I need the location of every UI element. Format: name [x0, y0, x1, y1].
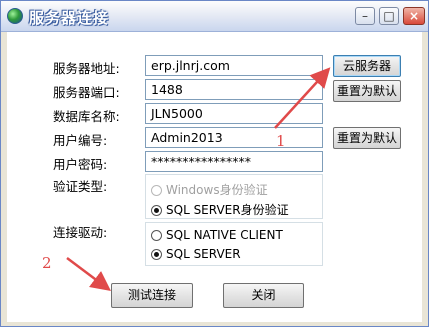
window-title: 服务器连接 — [29, 9, 110, 27]
server-connection-window: 服务器连接 – □ × 服务器地址: 服务器端口: 数据库名称: 用户编号: 用… — [0, 0, 429, 327]
close-icon[interactable]: × — [403, 7, 425, 25]
dialog-body: 服务器地址: 服务器端口: 数据库名称: 用户编号: 用户密码: 验证类型: 连… — [7, 32, 422, 322]
app-globe-icon — [7, 8, 23, 24]
maximize-icon[interactable]: □ — [379, 7, 399, 25]
title-bar[interactable]: 服务器连接 – □ × — [1, 1, 428, 32]
annotation-arrows — [66, 67, 331, 291]
arrow-to-test-connection — [66, 257, 111, 291]
arrow-to-cloud-server — [274, 67, 331, 129]
minimize-icon[interactable]: – — [355, 7, 375, 25]
